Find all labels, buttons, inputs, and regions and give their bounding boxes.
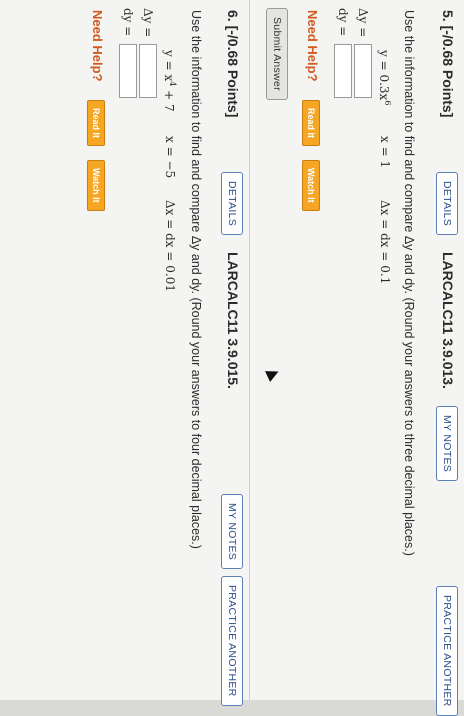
practice-another-button[interactable]: PRACTICE ANOTHER bbox=[221, 576, 243, 706]
delta-y-input[interactable] bbox=[354, 44, 372, 98]
dy-label: dy = bbox=[336, 8, 350, 37]
dy-label: dy = bbox=[121, 8, 135, 37]
my-notes-button[interactable]: MY NOTES bbox=[221, 494, 243, 570]
watch-it-button[interactable]: Watch It bbox=[87, 160, 105, 211]
watch-it-button[interactable]: Watch It bbox=[302, 160, 320, 211]
delta-y-label: Δy = bbox=[356, 8, 370, 38]
webassign-page: 5. [-/0.68 Points] DETAILS LARCALC11 3.9… bbox=[0, 0, 464, 716]
question-number: 6. [-/0.68 Points] bbox=[225, 10, 241, 118]
read-it-button[interactable]: Read It bbox=[302, 100, 320, 147]
instruction-text: Use the information to find and compare … bbox=[189, 10, 203, 549]
function-expression: y = x4 + 7 bbox=[162, 50, 177, 112]
instruction-text: Use the information to find and compare … bbox=[402, 10, 416, 556]
need-help-label: Need Help? bbox=[305, 10, 320, 82]
delta-x-value: Δx = dx = 0.01 bbox=[163, 200, 177, 292]
read-it-button[interactable]: Read It bbox=[87, 100, 105, 147]
delta-y-label: Δy = bbox=[141, 8, 155, 38]
submit-answer-button[interactable]: Submit Answer bbox=[266, 8, 288, 100]
details-button[interactable]: DETAILS bbox=[436, 172, 458, 236]
x-value: x = −5 bbox=[163, 136, 177, 179]
dy-input[interactable] bbox=[119, 44, 137, 98]
delta-y-input[interactable] bbox=[139, 44, 157, 98]
function-expression: y = 0.3x6 bbox=[377, 50, 392, 106]
question-number: 5. [-/0.68 Points] bbox=[440, 10, 456, 118]
problem-code: LARCALC11 3.9.013. bbox=[440, 252, 456, 389]
delta-x-value: Δx = dx = 0.1 bbox=[378, 200, 392, 285]
x-value: x = 1 bbox=[378, 136, 392, 169]
dy-input[interactable] bbox=[334, 44, 352, 98]
question-5: 5. [-/0.68 Points] DETAILS LARCALC11 3.9… bbox=[254, 0, 464, 716]
problem-code: LARCALC11 3.9.015. bbox=[225, 252, 241, 389]
need-help-label: Need Help? bbox=[90, 10, 105, 82]
my-notes-button[interactable]: MY NOTES bbox=[436, 406, 458, 482]
details-button[interactable]: DETAILS bbox=[221, 172, 243, 236]
practice-another-button[interactable]: PRACTICE ANOTHER bbox=[436, 586, 458, 716]
question-6: 6. [-/0.68 Points] DETAILS LARCALC11 3.9… bbox=[0, 0, 250, 706]
